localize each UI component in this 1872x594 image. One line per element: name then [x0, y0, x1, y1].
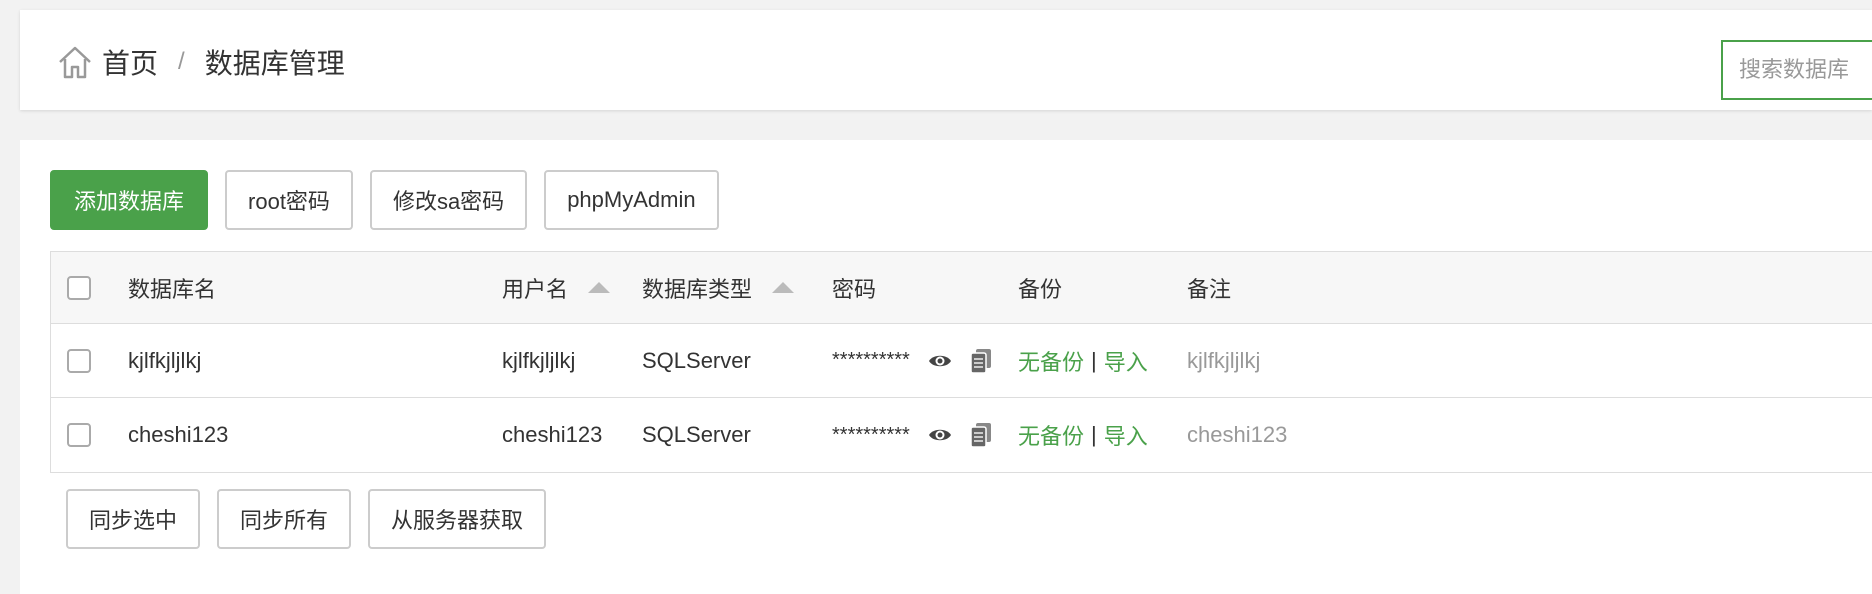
database-table: 数据库名 用户名 数据库类型 密码 备份 备注 kjlfkjljlkj kjlf…: [50, 251, 1872, 473]
copy-icon[interactable]: [970, 348, 992, 374]
cell-type: SQLServer: [642, 422, 751, 447]
header-username[interactable]: 用户名: [502, 252, 611, 323]
link-separator: |: [1091, 347, 1097, 373]
row-checkbox[interactable]: [67, 423, 91, 447]
toolbar: 添加数据库 root密码 修改sa密码 phpMyAdmin: [50, 170, 719, 230]
cell-backup: 无备份 | 导入: [1018, 398, 1148, 472]
cell-name: cheshi123: [128, 422, 229, 447]
header-type[interactable]: 数据库类型: [642, 252, 795, 323]
header-password: 密码: [832, 276, 877, 302]
root-password-button[interactable]: root密码: [225, 170, 353, 230]
cell-name: kjlfkjljlkj: [128, 347, 202, 373]
password-mask: **********: [832, 349, 910, 371]
header-note: 备注: [1187, 276, 1232, 302]
sync-all-button[interactable]: 同步所有: [217, 489, 352, 549]
cell-username: cheshi123: [502, 422, 603, 447]
change-sa-password-button[interactable]: 修改sa密码: [369, 170, 528, 230]
header-type-label: 数据库类型: [642, 276, 753, 302]
eye-icon[interactable]: [928, 351, 952, 371]
fetch-from-server-button[interactable]: 从服务器获取: [368, 489, 547, 549]
header-name: 数据库名: [128, 276, 217, 302]
password-mask: **********: [832, 423, 910, 446]
phpmyadmin-button[interactable]: phpMyAdmin: [544, 170, 719, 230]
sort-up-icon[interactable]: [588, 282, 611, 293]
row-checkbox[interactable]: [67, 348, 91, 373]
breadcrumb-separator: /: [178, 48, 185, 75]
database-panel: 添加数据库 root密码 修改sa密码 phpMyAdmin 数据库名 用户名 …: [20, 140, 1872, 594]
table-row: cheshi123 cheshi123 SQLServer **********…: [51, 398, 1872, 472]
sort-up-icon[interactable]: [772, 282, 795, 293]
search-input[interactable]: [1721, 40, 1872, 100]
no-backup-link[interactable]: 无备份: [1018, 345, 1084, 377]
cell-backup: 无备份 | 导入: [1018, 324, 1148, 397]
cell-password: **********: [832, 324, 992, 397]
cell-note[interactable]: kjlfkjljlkj: [1187, 324, 1260, 397]
add-database-button[interactable]: 添加数据库: [50, 170, 209, 230]
header-username-label: 用户名: [502, 276, 569, 302]
cell-note[interactable]: cheshi123: [1187, 398, 1287, 472]
no-backup-link[interactable]: 无备份: [1018, 419, 1084, 451]
header-backup: 备份: [1018, 276, 1063, 302]
table-row: kjlfkjljlkj kjlfkjljlkj SQLServer ******…: [51, 324, 1872, 398]
home-icon[interactable]: [56, 43, 94, 81]
cell-type: SQLServer: [642, 347, 751, 373]
footer-actions: 同步选中 同步所有 从服务器获取: [66, 489, 547, 549]
link-separator: |: [1091, 422, 1097, 447]
cell-username: kjlfkjljlkj: [502, 347, 576, 373]
eye-icon[interactable]: [928, 425, 952, 445]
sync-selected-button[interactable]: 同步选中: [66, 489, 201, 549]
breadcrumb-current: 数据库管理: [204, 48, 345, 79]
select-all-checkbox[interactable]: [67, 275, 91, 300]
copy-icon[interactable]: [970, 422, 992, 448]
breadcrumb-home[interactable]: 首页: [102, 42, 158, 82]
page-header: 首页 / 数据库管理: [20, 10, 1872, 110]
cell-password: **********: [832, 398, 992, 472]
breadcrumb: 首页 / 数据库管理: [56, 40, 345, 84]
import-link[interactable]: 导入: [1104, 419, 1148, 451]
import-link[interactable]: 导入: [1104, 345, 1148, 377]
table-header: 数据库名 用户名 数据库类型 密码 备份 备注: [51, 252, 1872, 324]
